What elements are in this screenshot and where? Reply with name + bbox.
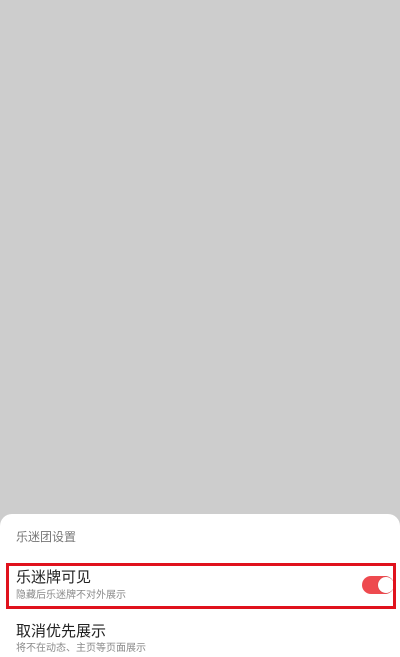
sheet-title: 乐迷团设置 bbox=[16, 530, 77, 544]
settings-bottom-sheet: 乐迷团设置 乐迷牌可见 隐藏后乐迷牌不对外展示 取消优先展示 将不在动态、主页等… bbox=[0, 514, 400, 657]
setting-description: 隐藏后乐迷牌不对外展示 bbox=[16, 590, 126, 601]
setting-description: 将不在动态、主页等页面展示 bbox=[16, 643, 146, 654]
setting-label: 取消优先展示 bbox=[16, 622, 107, 640]
setting-cancel-priority-display[interactable]: 取消优先展示 将不在动态、主页等页面展示 bbox=[0, 618, 400, 657]
toggle-knob bbox=[378, 577, 394, 593]
setting-fan-badge-visible[interactable]: 乐迷牌可见 隐藏后乐迷牌不对外展示 bbox=[0, 562, 400, 608]
setting-label: 乐迷牌可见 bbox=[16, 568, 92, 586]
fan-badge-visibility-toggle[interactable] bbox=[362, 576, 394, 594]
